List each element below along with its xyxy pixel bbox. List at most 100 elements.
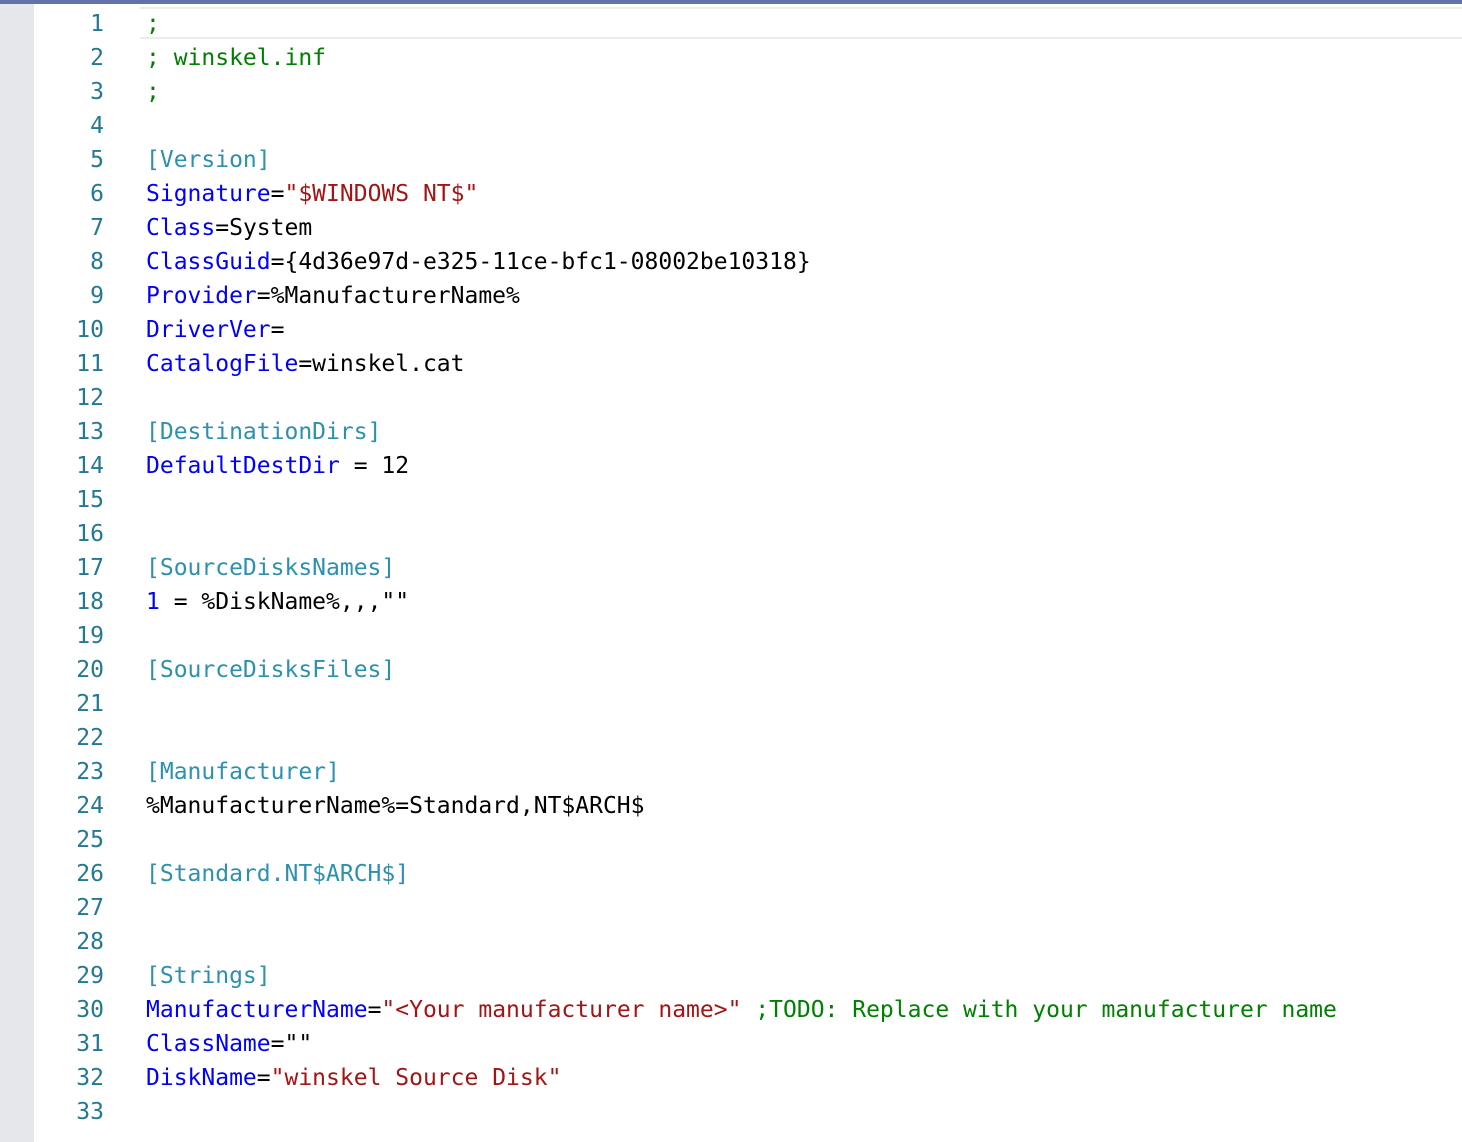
code-line[interactable]: 23 [Manufacturer] [0,755,1462,789]
code-text[interactable]: CatalogFile=winskel.cat [146,347,465,381]
token-str: "$WINDOWS NT$" [284,181,479,207]
code-line[interactable]: 25 [0,823,1462,857]
code-line[interactable]: 1; [0,7,1462,41]
code-line[interactable]: 11 CatalogFile=winskel.cat [0,347,1462,381]
token-plain: = %DiskName%,,,"" [159,589,410,615]
code-line[interactable]: 3; [0,75,1462,109]
token-key: 1 [146,589,160,615]
code-text[interactable]: [Strings] [146,959,271,993]
code-text[interactable]: Signature="$WINDOWS NT$" [146,177,478,211]
token-key: Signature [146,181,271,207]
line-number: 23 [76,759,104,785]
code-line[interactable]: 5 [Version] [0,143,1462,177]
token-plain: =%ManufacturerName% [256,283,520,309]
code-line[interactable]: 33 [0,1095,1462,1129]
line-number: 14 [76,453,104,479]
code-text[interactable]: 1 = %DiskName%,,,"" [146,585,409,619]
code-text[interactable]: ClassGuid={4d36e97d-e325-11ce-bfc1-08002… [146,245,811,279]
line-number: 4 [90,113,104,139]
code-text[interactable]: Class=System [146,211,312,245]
code-line[interactable]: 29 [Strings] [0,959,1462,993]
line-number: 1 [90,11,104,37]
code-text[interactable]: ; winskel.inf [146,41,326,75]
code-text[interactable]: %ManufacturerName%=Standard,NT$ARCH$ [146,789,645,823]
line-number: 27 [76,895,104,921]
token-str: "winskel Source Disk" [270,1065,562,1091]
line-number: 18 [76,589,104,615]
code-line[interactable]: 32 DiskName="winskel Source Disk" [0,1061,1462,1095]
token-key: ManufacturerName [146,997,368,1023]
code-line[interactable]: 2 ; winskel.inf [0,41,1462,75]
token-key: CatalogFile [146,351,299,377]
token-plain: = [367,997,382,1023]
code-text[interactable]: ; [146,75,160,109]
line-number: 10 [76,317,104,343]
code-line[interactable]: 30 ManufacturerName="<Your manufacturer n… [0,993,1462,1027]
token-section: [Manufacturer] [146,759,340,785]
line-number: 33 [76,1099,104,1125]
code-line[interactable]: 9 Provider=%ManufacturerName% [0,279,1462,313]
code-text[interactable]: ManufacturerName="<Your manufacturer nam… [146,993,1337,1027]
code-text[interactable]: [Version] [146,143,271,177]
token-plain: ={4d36e97d-e325-11ce-bfc1-08002be10318} [270,249,811,275]
code-text[interactable]: ; [146,7,160,41]
code-line[interactable]: 8 ClassGuid={4d36e97d-e325-11ce-bfc1-0800… [0,245,1462,279]
code-text[interactable]: Provider=%ManufacturerName% [146,279,520,313]
line-number: 32 [76,1065,104,1091]
code-text[interactable]: [Standard.NT$ARCH$] [146,857,409,891]
code-line[interactable]: 27 [0,891,1462,925]
code-line[interactable]: 4 [0,109,1462,143]
code-line[interactable]: 12 [0,381,1462,415]
token-section: [Strings] [146,963,271,989]
code-text[interactable]: [Manufacturer] [146,755,340,789]
token-plain: = 12 [339,453,410,479]
window-top-border [0,0,1462,4]
line-number: 19 [76,623,104,649]
line-number: 22 [76,725,104,751]
code-line[interactable]: 15 [0,483,1462,517]
token-str: "<Your manufacturer name>" [381,997,742,1023]
line-number: 11 [76,351,104,377]
code-line[interactable]: 18 1 = %DiskName%,,,"" [0,585,1462,619]
code-line[interactable]: 21 [0,687,1462,721]
token-section: [DestinationDirs] [146,419,382,445]
token-key: DefaultDestDir [146,453,340,479]
code-text[interactable]: DiskName="winskel Source Disk" [146,1061,561,1095]
line-number: 28 [76,929,104,955]
token-plain: = [270,317,285,343]
code-text[interactable]: [SourceDisksNames] [146,551,395,585]
line-number: 13 [76,419,104,445]
code-editor[interactable]: 1; 2; winskel.inf 3; 4 5 [Version] 6 Signature=… [0,7,1462,1129]
line-number: 29 [76,963,104,989]
code-line[interactable]: 28 [0,925,1462,959]
line-number: 6 [90,181,104,207]
code-line[interactable]: 19 [0,619,1462,653]
code-text[interactable]: DriverVer= [146,313,284,347]
code-line[interactable]: 26 [Standard.NT$ARCH$] [0,857,1462,891]
token-key: ClassGuid [146,249,271,275]
code-text[interactable]: ClassName="" [146,1027,312,1061]
code-line[interactable]: 31 ClassName="" [0,1027,1462,1061]
line-number: 30 [76,997,104,1023]
code-line[interactable]: 10 DriverVer= [0,313,1462,347]
code-line[interactable]: 7 Class=System [0,211,1462,245]
code-line[interactable]: 17 [SourceDisksNames] [0,551,1462,585]
line-number: 21 [76,691,104,717]
code-line[interactable]: 16 [0,517,1462,551]
code-line[interactable]: 14 DefaultDestDir = 12 [0,449,1462,483]
code-text[interactable]: DefaultDestDir = 12 [146,449,409,483]
line-number: 15 [76,487,104,513]
line-number: 12 [76,385,104,411]
line-number: 31 [76,1031,104,1057]
code-text[interactable]: [SourceDisksFiles] [146,653,395,687]
token-section: [Standard.NT$ARCH$] [146,861,410,887]
code-line[interactable]: 22 [0,721,1462,755]
code-line[interactable]: 13 [DestinationDirs] [0,415,1462,449]
code-text[interactable]: [DestinationDirs] [146,415,381,449]
code-line[interactable]: 6 Signature="$WINDOWS NT$" [0,177,1462,211]
token-key: DriverVer [146,317,271,343]
token-section: [SourceDisksFiles] [146,657,396,683]
line-number: 26 [76,861,104,887]
code-line[interactable]: 20 [SourceDisksFiles] [0,653,1462,687]
code-line[interactable]: 24 %ManufacturerName%=Standard,NT$ARCH$ [0,789,1462,823]
